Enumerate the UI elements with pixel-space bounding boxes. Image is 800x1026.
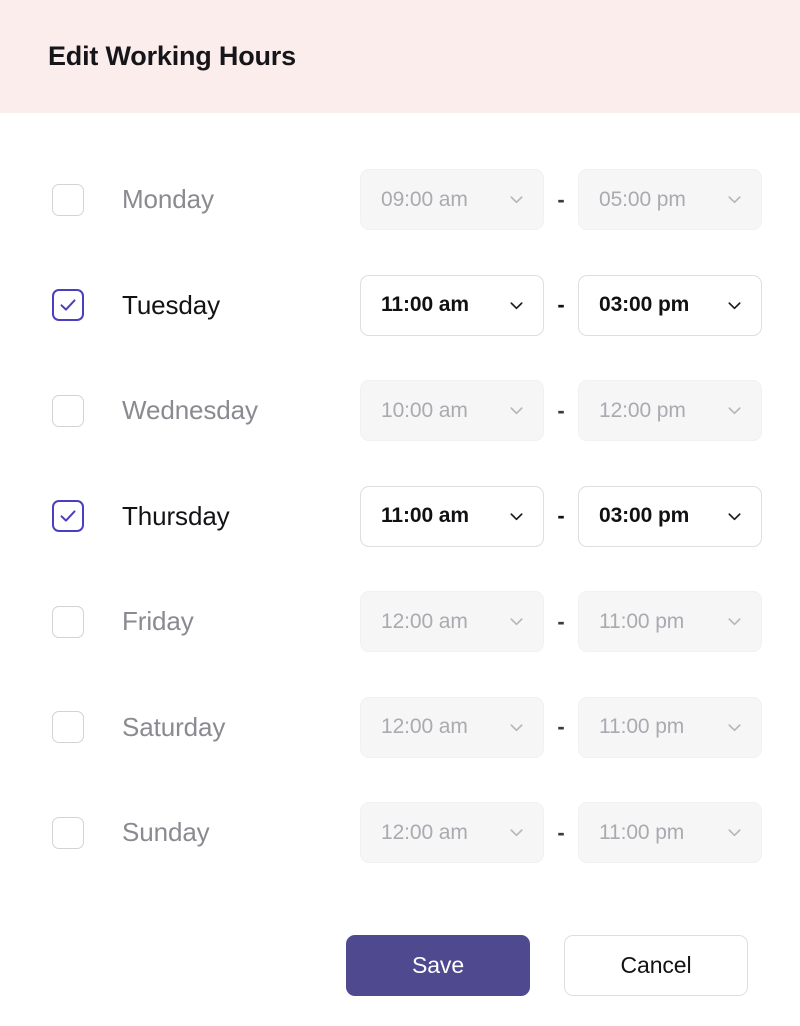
working-hours-list: Monday 09:00 am - 05:00 pm Tuesday 11:00… <box>0 113 800 904</box>
start-time-value-tuesday: 11:00 am <box>381 293 469 317</box>
time-range-friday: 12:00 am - 11:00 pm <box>360 591 762 653</box>
time-range-separator-tuesday: - <box>557 292 565 318</box>
chevron-down-icon <box>728 302 741 309</box>
chevron-down-icon <box>728 724 741 731</box>
start-time-select-tuesday[interactable]: 11:00 am <box>360 274 544 336</box>
end-time-select-sunday[interactable]: 11:00 pm <box>578 802 762 864</box>
time-range-separator-friday: - <box>557 608 565 634</box>
end-time-select-wednesday[interactable]: 12:00 pm <box>578 380 762 442</box>
start-time-select-saturday[interactable]: 12:00 am <box>360 696 544 758</box>
start-time-value-sunday: 12:00 am <box>381 820 468 844</box>
check-icon <box>60 510 76 522</box>
end-time-value-thursday: 03:00 pm <box>599 504 690 528</box>
time-range-separator-wednesday: - <box>557 397 565 423</box>
chevron-down-icon <box>728 196 741 204</box>
chevron-down-icon <box>510 829 523 837</box>
end-time-value-saturday: 11:00 pm <box>599 715 685 739</box>
day-label-saturday: Saturday <box>122 711 226 742</box>
checkbox-thursday[interactable] <box>52 500 84 533</box>
checkbox-sunday[interactable] <box>52 816 84 849</box>
day-row-monday: Monday 09:00 am - 05:00 pm <box>52 147 762 253</box>
chevron-down-icon <box>510 302 523 309</box>
end-time-select-monday[interactable]: 05:00 pm <box>578 169 762 231</box>
chevron-down-icon <box>728 829 741 837</box>
chevron-down-icon <box>728 407 741 415</box>
checkbox-monday[interactable] <box>52 183 84 216</box>
dialog-footer: Save Cancel <box>0 904 800 1026</box>
time-range-wednesday: 10:00 am - 12:00 pm <box>360 380 762 442</box>
edit-working-hours-dialog: Edit Working Hours Monday 09:00 am - 05:… <box>0 0 800 1026</box>
chevron-down-icon <box>728 513 741 520</box>
chevron-down-icon <box>728 618 741 626</box>
day-label-friday: Friday <box>122 606 194 637</box>
day-label-wednesday: Wednesday <box>122 395 258 426</box>
time-range-monday: 09:00 am - 05:00 pm <box>360 169 762 231</box>
end-time-select-tuesday[interactable]: 03:00 pm <box>578 274 762 336</box>
save-button[interactable]: Save <box>346 934 530 996</box>
time-range-saturday: 12:00 am - 11:00 pm <box>360 696 762 758</box>
day-row-thursday: Thursday 11:00 am - 03:00 pm <box>52 464 762 570</box>
start-time-select-sunday[interactable]: 12:00 am <box>360 802 544 864</box>
end-time-value-tuesday: 03:00 pm <box>599 293 690 317</box>
start-time-value-saturday: 12:00 am <box>381 715 468 739</box>
end-time-value-monday: 05:00 pm <box>599 187 686 211</box>
checkbox-wednesday[interactable] <box>52 394 84 427</box>
chevron-down-icon <box>510 196 523 204</box>
page-title: Edit Working Hours <box>48 41 296 71</box>
start-time-value-wednesday: 10:00 am <box>381 398 468 422</box>
checkbox-tuesday[interactable] <box>52 289 84 322</box>
time-range-separator-sunday: - <box>557 819 565 845</box>
time-range-separator-monday: - <box>557 186 565 212</box>
start-time-value-thursday: 11:00 am <box>381 504 469 528</box>
end-time-value-friday: 11:00 pm <box>599 609 685 633</box>
checkbox-saturday[interactable] <box>52 711 84 744</box>
start-time-value-monday: 09:00 am <box>381 187 468 211</box>
day-row-saturday: Saturday 12:00 am - 11:00 pm <box>52 675 762 781</box>
start-time-select-wednesday[interactable]: 10:00 am <box>360 380 544 442</box>
chevron-down-icon <box>510 513 523 520</box>
day-label-thursday: Thursday <box>122 500 230 531</box>
checkbox-friday[interactable] <box>52 605 84 638</box>
day-label-monday: Monday <box>122 184 214 215</box>
day-label-sunday: Sunday <box>122 817 210 848</box>
start-time-select-friday[interactable]: 12:00 am <box>360 591 544 653</box>
cancel-button[interactable]: Cancel <box>564 934 748 996</box>
chevron-down-icon <box>510 407 523 415</box>
start-time-select-thursday[interactable]: 11:00 am <box>360 485 544 547</box>
day-row-tuesday: Tuesday 11:00 am - 03:00 pm <box>52 253 762 359</box>
time-range-sunday: 12:00 am - 11:00 pm <box>360 802 762 864</box>
check-icon <box>60 299 76 311</box>
time-range-separator-thursday: - <box>557 503 565 529</box>
dialog-header: Edit Working Hours <box>0 0 800 113</box>
time-range-tuesday: 11:00 am - 03:00 pm <box>360 274 762 336</box>
day-row-sunday: Sunday 12:00 am - 11:00 pm <box>52 780 762 886</box>
end-time-value-sunday: 11:00 pm <box>599 820 685 844</box>
end-time-select-saturday[interactable]: 11:00 pm <box>578 696 762 758</box>
day-label-tuesday: Tuesday <box>122 289 221 320</box>
day-row-wednesday: Wednesday 10:00 am - 12:00 pm <box>52 358 762 464</box>
start-time-select-monday[interactable]: 09:00 am <box>360 169 544 231</box>
chevron-down-icon <box>510 618 523 626</box>
time-range-thursday: 11:00 am - 03:00 pm <box>360 485 762 547</box>
end-time-value-wednesday: 12:00 pm <box>599 398 686 422</box>
time-range-separator-saturday: - <box>557 714 565 740</box>
chevron-down-icon <box>510 724 523 731</box>
end-time-select-thursday[interactable]: 03:00 pm <box>578 485 762 547</box>
end-time-select-friday[interactable]: 11:00 pm <box>578 591 762 653</box>
day-row-friday: Friday 12:00 am - 11:00 pm <box>52 569 762 675</box>
start-time-value-friday: 12:00 am <box>381 609 468 633</box>
